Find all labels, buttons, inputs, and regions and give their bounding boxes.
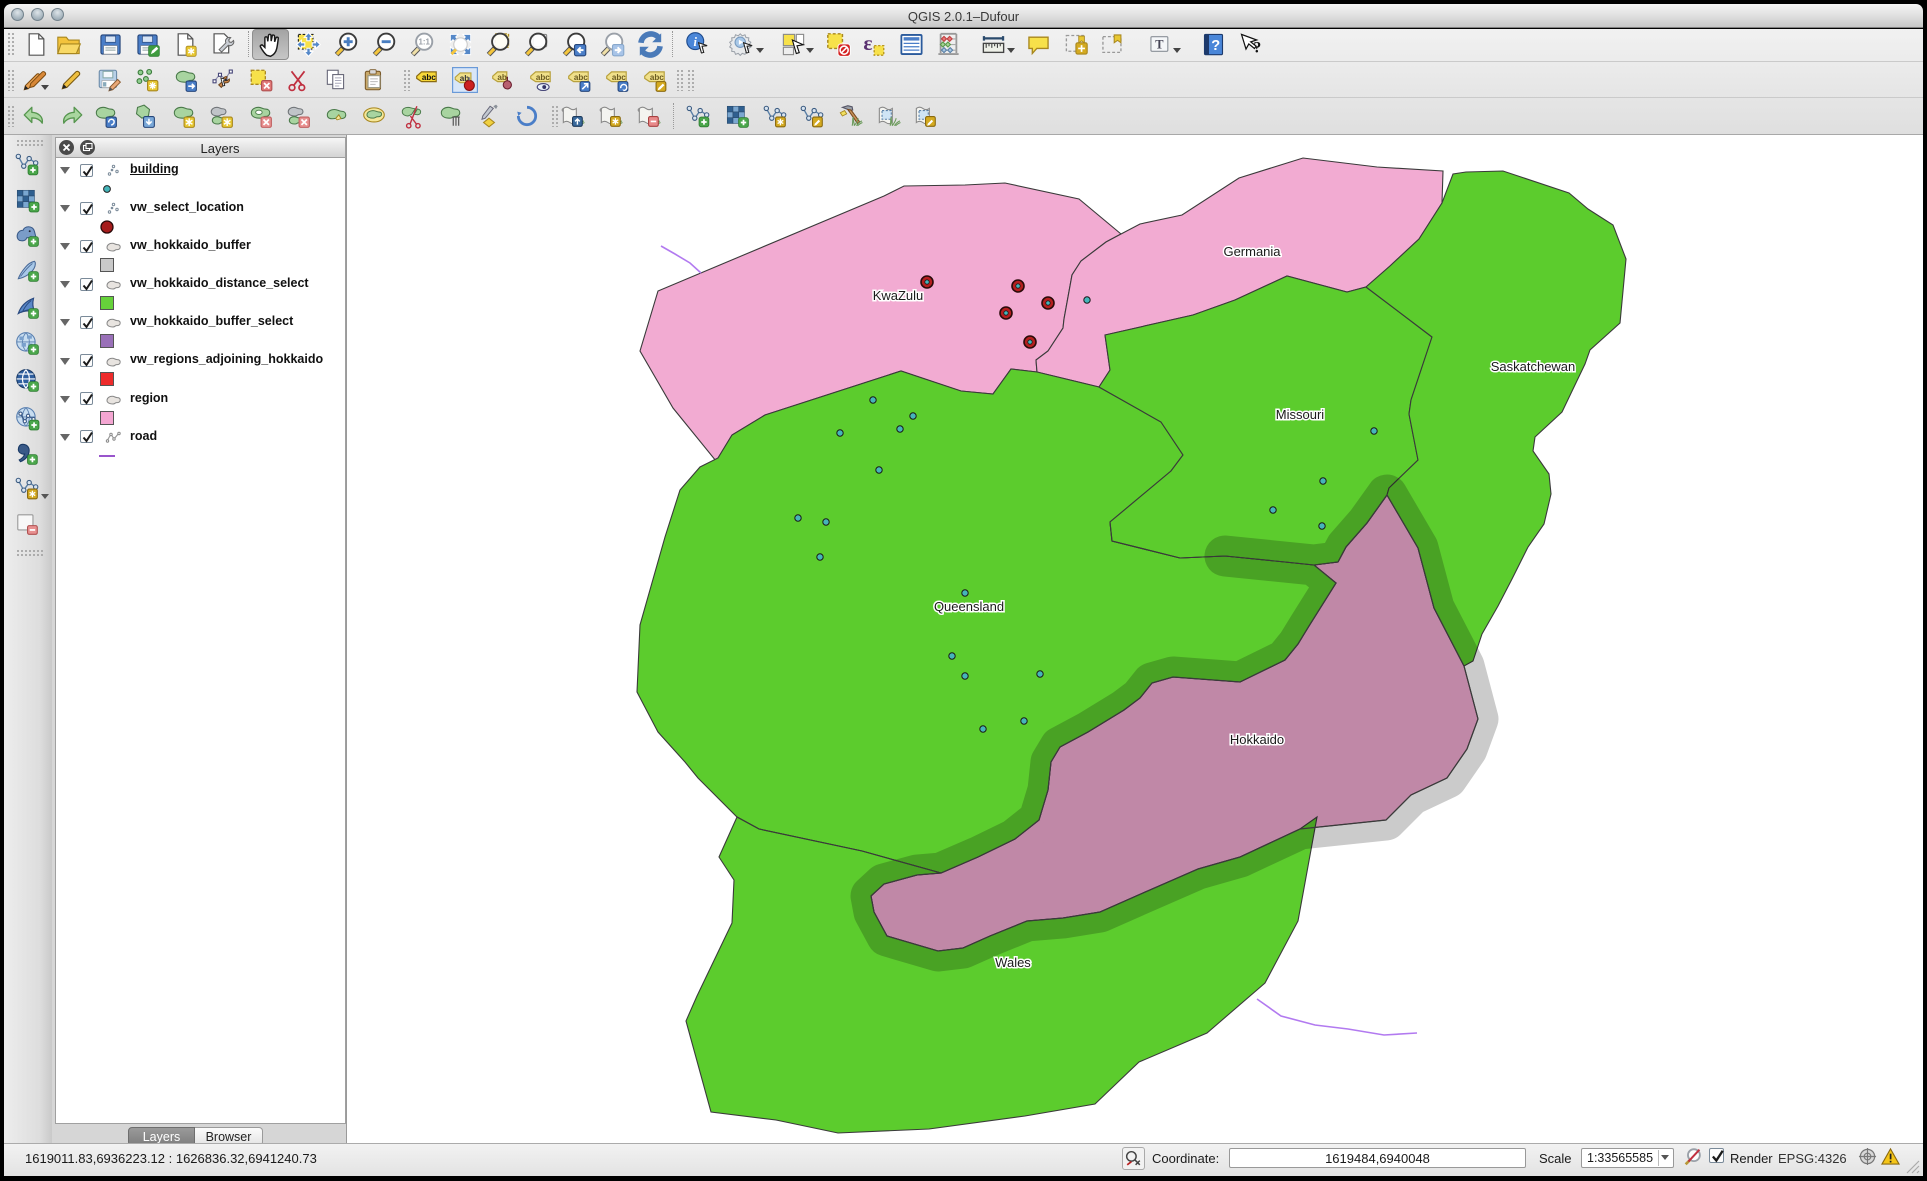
svg-text:abc: abc <box>574 73 588 82</box>
svg-text:?: ? <box>1211 38 1220 54</box>
svg-text:Queensland: Queensland <box>934 599 1004 614</box>
svg-text:i: i <box>693 34 697 48</box>
svg-text:Missouri: Missouri <box>1276 407 1325 422</box>
svg-text:KwaZulu: KwaZulu <box>873 288 924 303</box>
svg-text:abc: abc <box>650 73 664 82</box>
svg-text:ab: ab <box>497 73 507 82</box>
svg-text:Saskatchewan: Saskatchewan <box>1491 359 1576 374</box>
svg-text:Germania: Germania <box>1223 244 1281 259</box>
svg-text:abc: abc <box>612 73 626 82</box>
svg-text:Wales: Wales <box>995 955 1031 970</box>
svg-text:ε: ε <box>863 31 872 55</box>
svg-text:abc: abc <box>422 73 436 82</box>
svg-text:?: ? <box>1253 39 1261 56</box>
svg-text:1:1: 1:1 <box>418 37 430 46</box>
svg-text:T: T <box>1155 37 1164 51</box>
svg-text:abc: abc <box>536 73 550 82</box>
svg-text:Hokkaido: Hokkaido <box>1230 732 1284 747</box>
